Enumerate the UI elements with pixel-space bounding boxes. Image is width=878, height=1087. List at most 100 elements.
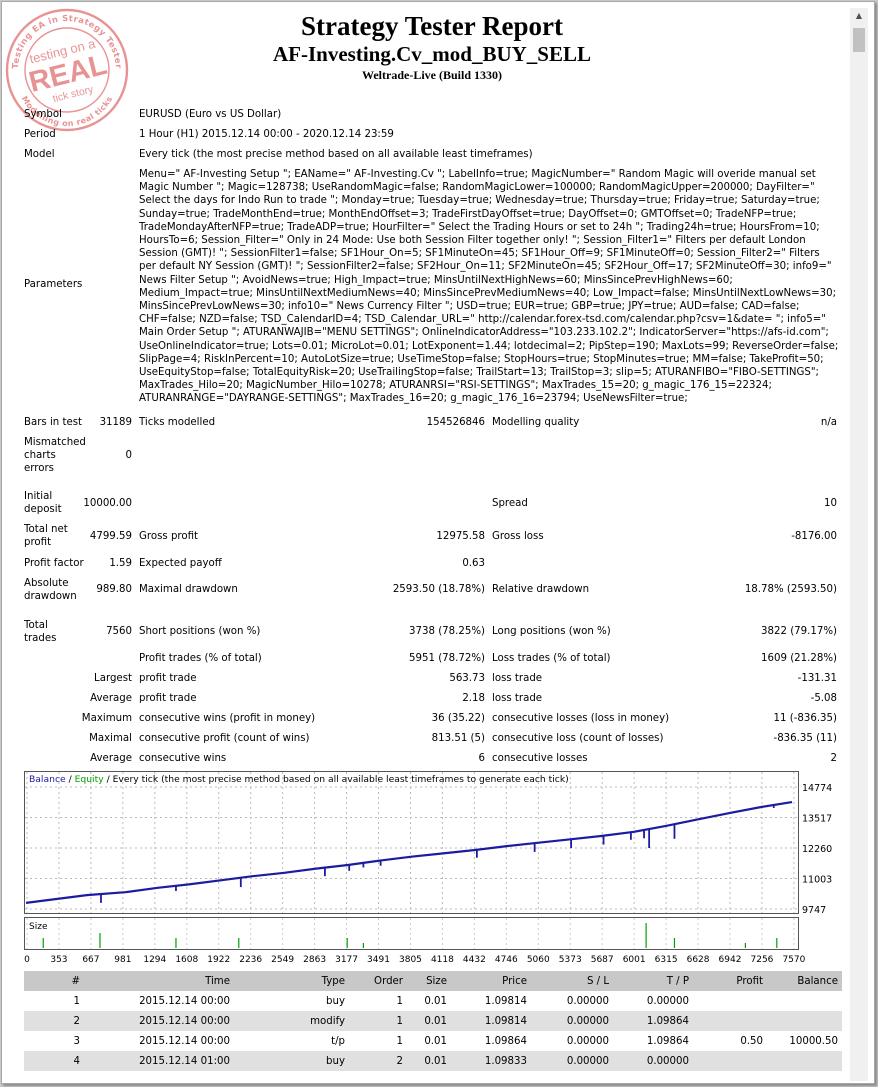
table-row: 1 2015.12.14 00:00 buy 1 0.01 1.09814 0.00000 0… [24, 991, 842, 1011]
netprofit-label-2: profit [24, 537, 52, 548]
x-tick-label: 2549 [271, 955, 294, 965]
table-cell [767, 1011, 842, 1031]
column-header: S / L [531, 971, 613, 991]
y-tick-label: 14774 [802, 783, 832, 794]
table-cell [693, 1011, 767, 1031]
largest-label: Largest [94, 673, 132, 684]
trades-label-1: Total [24, 620, 48, 631]
scroll-up-icon[interactable]: ▲ [850, 8, 868, 24]
x-tick-label: 0 [24, 955, 30, 965]
largest-profit-value: 563.73 [449, 673, 485, 684]
column-header: Profit [693, 971, 767, 991]
table-cell [693, 1051, 767, 1071]
x-tick-label: 6628 [687, 955, 710, 965]
max-consec-profit-label: consecutive profit (count of wins) [139, 733, 310, 744]
scrollbar-thumb[interactable] [853, 28, 865, 52]
long-value: 3822 (79.17%) [761, 626, 837, 637]
x-tick-label: 667 [82, 955, 99, 965]
parameters-value: Menu=" AF-Investing Setup "; EAName=" AF… [139, 169, 839, 405]
table-cell: 0.01 [424, 1035, 447, 1047]
column-header: Balance [767, 971, 842, 991]
profit-trades-value: 5951 (78.72%) [409, 653, 485, 664]
netprofit-label-1: Total net [24, 524, 68, 535]
y-tick-label: 9747 [802, 905, 826, 916]
table-cell: 0.00000 [646, 995, 689, 1007]
deposit-label-1: Initial [24, 491, 53, 502]
table-cell: 2 [349, 1051, 407, 1071]
grossprofit-value: 12975.58 [436, 531, 485, 542]
vertical-scrollbar[interactable]: ▲ [850, 8, 868, 1081]
table-cell: buy [326, 995, 345, 1007]
table-cell [693, 991, 767, 1011]
report-page: Testing EA in Strategy Tester Modelling … [1, 1, 875, 1084]
x-tick-label: 2236 [239, 955, 262, 965]
short-value: 3738 (78.25%) [409, 626, 485, 637]
average-profit-value: 2.18 [462, 693, 485, 704]
balance-chart: 14774 13517 12260 11003 9747 0 353 667 981 1294 16… [24, 771, 832, 965]
column-header: Size [407, 971, 451, 991]
expected-payoff-value: 0.63 [462, 558, 485, 569]
absdd-label-2: drawdown [24, 591, 77, 602]
loss-trades-value: 1609 (21.28%) [761, 653, 837, 664]
reldd-value: 18.78% (2593.50) [744, 584, 837, 595]
maxdd-label: Maximal drawdown [139, 584, 238, 595]
chart-frame [24, 771, 799, 914]
table-cell: 0.01 [407, 1051, 451, 1071]
grossloss-value: -8176.00 [791, 531, 837, 542]
table-cell [767, 1051, 842, 1071]
table-cell: 1 [396, 995, 403, 1007]
table-cell: 2015.12.14 01:00 [84, 1051, 234, 1071]
x-tick-label: 5687 [591, 955, 614, 965]
spread-label: Spread [492, 498, 528, 509]
avg-consec-wins-value: 6 [478, 753, 485, 764]
x-tick-label: 3805 [399, 955, 422, 965]
table-cell: 2015.12.14 00:00 [139, 1035, 230, 1047]
netprofit-value: 4799.59 [89, 531, 132, 542]
x-tick-label: 353 [50, 955, 67, 965]
table-cell: 0.00000 [613, 1051, 693, 1071]
average-loss-value: -5.08 [810, 693, 837, 704]
quality-label: Modelling quality [492, 417, 580, 428]
max-consec-loss-value: -836.35 (11) [773, 733, 837, 744]
short-label: Short positions (won %) [139, 626, 261, 637]
trades-table: # Time Type Order Size Price S / LT / P Profit B… [24, 971, 842, 1071]
bars-value: 31189 [99, 417, 132, 428]
size-label: Size [29, 922, 48, 932]
table-cell: 0.01 [407, 1011, 451, 1031]
reldd-label: Relative drawdown [492, 584, 590, 595]
server-build: Weltrade-Live (Build 1330) [362, 68, 502, 82]
maximal-label: Maximal [89, 733, 132, 744]
period-label: Period [24, 129, 56, 140]
column-header: Price [451, 971, 531, 991]
x-tick-label: 5060 [527, 955, 550, 965]
avg-consec-wins-label: consecutive wins [139, 753, 227, 764]
table-cell: 2 [24, 1011, 84, 1031]
max-consec-wins-label: consecutive wins (profit in money) [139, 713, 316, 724]
table-cell: 2015.12.14 00:00 [84, 1011, 234, 1031]
chart-legend: Balance / Equity / Every tick (the most … [29, 774, 569, 785]
table-row: 3 2015.12.14 00:00 t/p 1 0.01 1.09864 0.00000 1… [24, 1031, 842, 1051]
x-tick-label: 2863 [303, 955, 326, 965]
x-tick-label: 1294 [143, 955, 166, 965]
mismatch-label-1: Mismatched [24, 437, 86, 448]
table-cell: 3 [73, 1035, 80, 1047]
table-cell: 10000.50 [789, 1035, 838, 1047]
max-consec-profit-value: 813.51 (5) [431, 733, 485, 744]
parameters-label: Parameters [24, 279, 83, 290]
mismatch-value: 0 [125, 450, 132, 461]
mismatch-label-2: charts [24, 450, 56, 461]
table-cell: 1.09833 [451, 1051, 531, 1071]
model-value: Every tick (the most precise method base… [139, 149, 533, 160]
x-tick-label: 981 [114, 955, 131, 965]
maximum-label: Maximum [81, 713, 132, 724]
table-cell: 4 [24, 1051, 84, 1071]
legend-equity: Equity [75, 774, 105, 785]
table-row: 2 2015.12.14 00:00 modify 1 0.01 1.09814 0.000… [24, 1011, 842, 1031]
expected-payoff-label: Expected payoff [139, 558, 222, 569]
symbol-value: EURUSD (Euro vs US Dollar) [139, 109, 282, 120]
spread-value: 10 [824, 498, 837, 509]
avg-consec-losses-value: 2 [830, 753, 837, 764]
table-cell: 1.09864 [613, 1011, 693, 1031]
symbol-label: Symbol [24, 109, 62, 120]
column-header: # [24, 971, 84, 991]
